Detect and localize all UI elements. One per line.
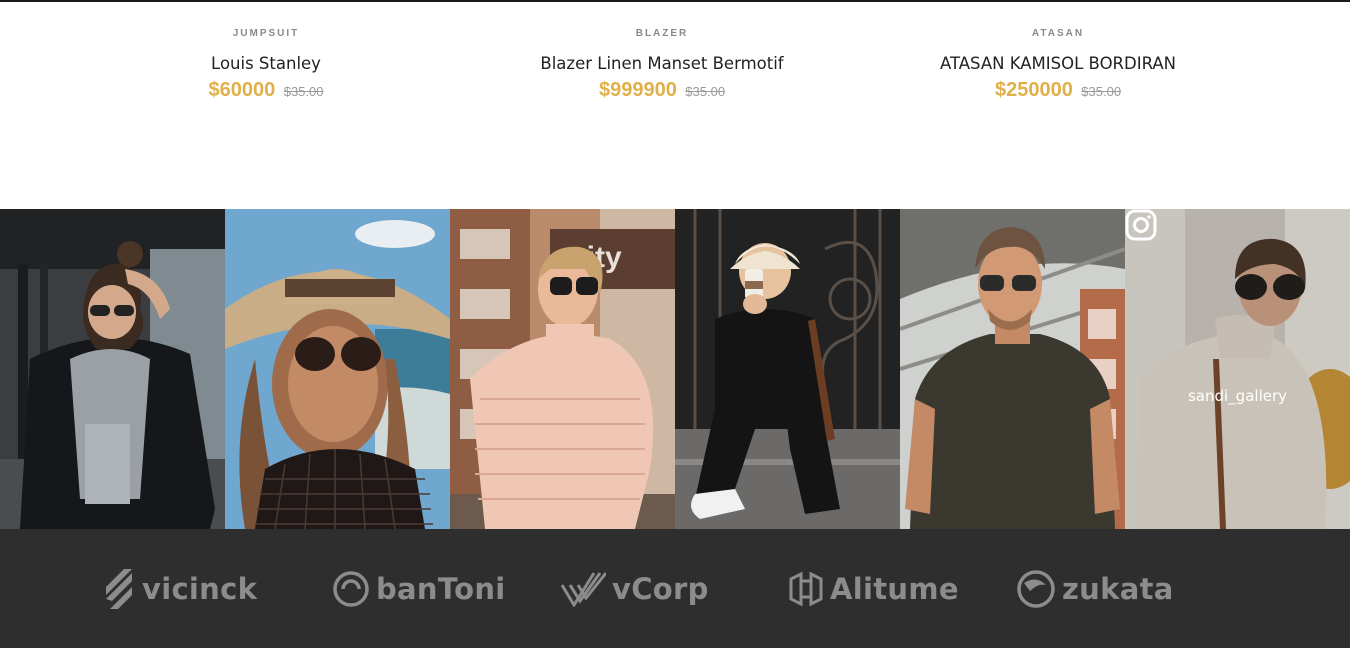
product-old-price: $35.00 [685,84,726,99]
brand-name: vCorp [612,572,709,606]
brand-vicinck[interactable]: vicinck [104,567,257,611]
brand-bantoni[interactable]: banToni [332,567,506,611]
product-prices: $250000 $35.00 [858,78,1258,102]
zukata-logo-icon [1017,570,1055,608]
product-card[interactable]: ATASAN ATASAN KAMISOL BORDIRAN $250000 $… [858,27,1258,102]
instagram-gallery: rity sandi_gallery [0,209,1350,529]
instagram-handle[interactable]: sandi_gallery [1125,387,1350,405]
product-price: $60000 [208,79,276,101]
product-prices: $60000 $35.00 [66,78,466,102]
product-category: BLAZER [635,28,689,39]
product-name[interactable]: Blazer Linen Manset Bermotif [462,53,862,75]
vicinck-logo-icon [106,569,132,609]
brand-zukata[interactable]: zukata [1016,567,1174,611]
product-old-price: $35.00 [1081,84,1122,99]
product-old-price: $35.00 [283,84,324,99]
gallery-photo-6[interactable]: sandi_gallery [1125,209,1350,529]
product-category: ATASAN [1031,28,1085,39]
brand-name: zukata [1062,572,1174,606]
product-category: JUMPSUIT [232,28,300,39]
instagram-overlay [1125,209,1350,529]
product-card[interactable]: JUMPSUIT Louis Stanley $60000 $35.00 [66,27,466,102]
instagram-icon[interactable] [1125,209,1157,241]
product-card[interactable]: BLAZER Blazer Linen Manset Bermotif $999… [462,27,862,102]
gallery-photo-2[interactable] [225,209,450,529]
product-name[interactable]: Louis Stanley [66,53,466,75]
product-price: $250000 [994,79,1073,101]
brand-name: banToni [376,572,506,606]
product-name[interactable]: ATASAN KAMISOL BORDIRAN [858,53,1258,75]
brand-name: vicinck [142,572,258,606]
bantoni-logo-icon [333,571,369,607]
product-prices: $999900 $35.00 [462,78,862,102]
brand-logos-bar: vicinck banToni vCorp Alitume zukata [0,529,1350,648]
brand-alitume[interactable]: Alitume [788,567,959,611]
gallery-photo-1[interactable] [0,209,225,529]
brand-name: Alitume [830,572,959,606]
gallery-photo-4[interactable] [675,209,900,529]
gallery-photo-3[interactable]: rity [450,209,675,529]
product-price: $999900 [598,79,677,101]
brand-vcorp[interactable]: vCorp [560,567,709,611]
vcorp-logo-icon [560,572,606,607]
product-list: JUMPSUIT Louis Stanley $60000 $35.00 BLA… [0,0,1350,209]
alitume-logo-icon [789,571,823,607]
gallery-photo-5[interactable] [900,209,1125,529]
